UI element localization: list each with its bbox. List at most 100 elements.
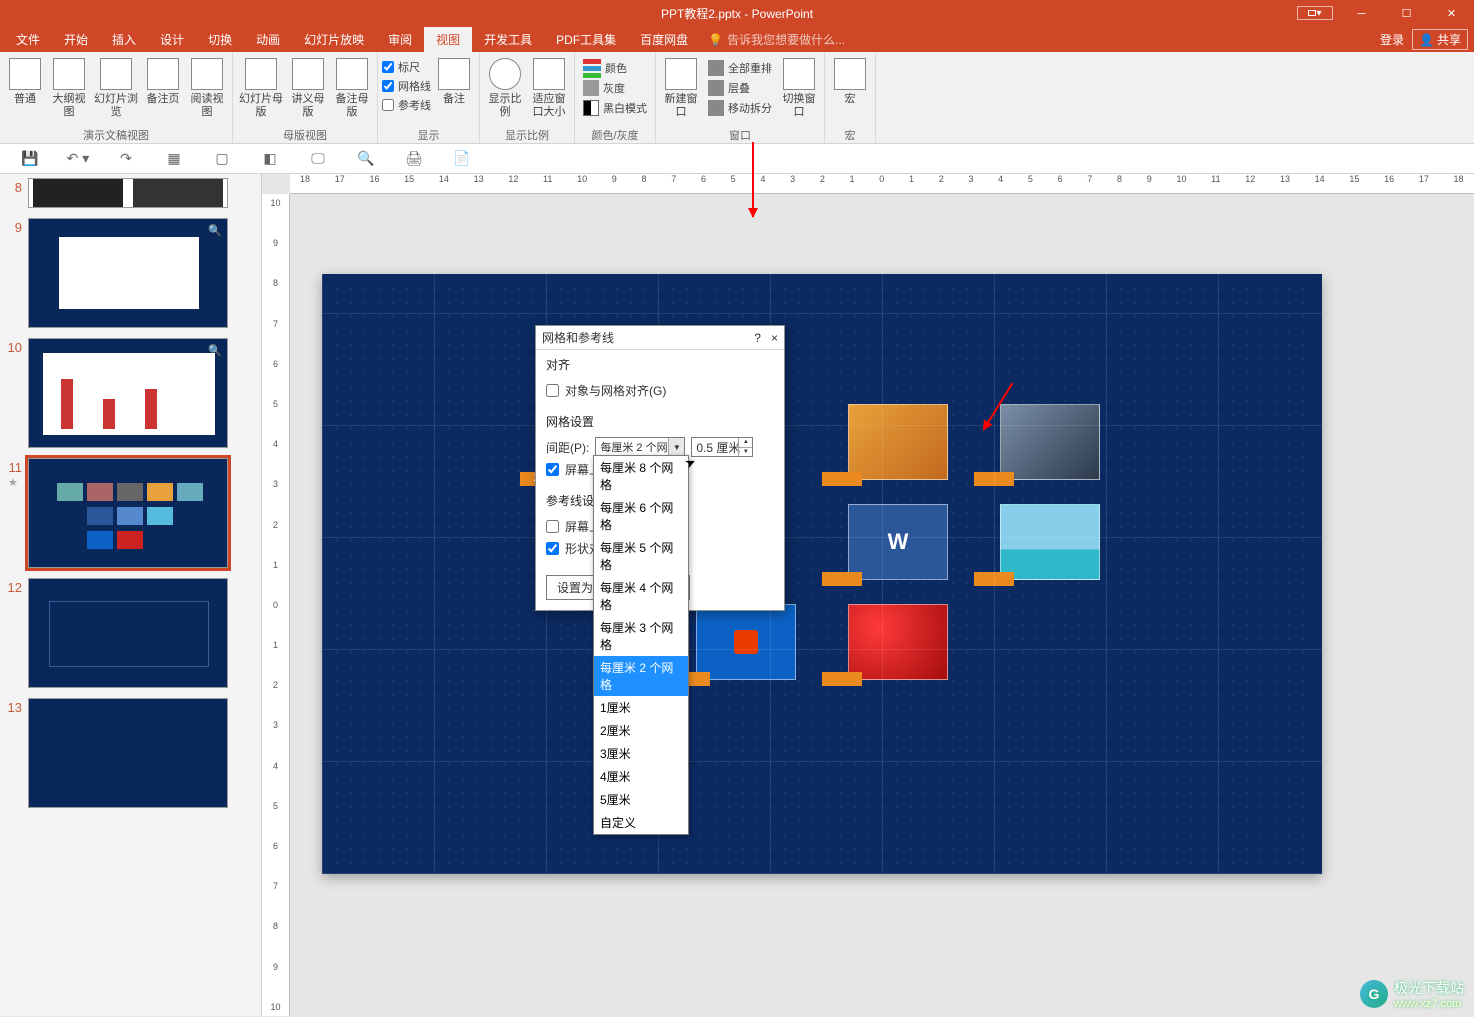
thumbnail-13[interactable]: 13 xyxy=(2,698,259,808)
move-split-button[interactable]: 移动拆分 xyxy=(704,98,776,118)
shape-orange[interactable] xyxy=(822,572,862,586)
dialog-help-button[interactable]: ? xyxy=(754,331,761,345)
zoom-icon: 🔍 xyxy=(208,344,222,357)
login-link[interactable]: 登录 xyxy=(1380,31,1404,48)
picture-office[interactable] xyxy=(696,604,796,680)
chevron-down-icon[interactable]: ▼ xyxy=(668,438,684,456)
slide-thumbnails-panel[interactable]: 8 9🔍 10🔍 11★ 12 13 xyxy=(0,174,262,1016)
shape-orange[interactable] xyxy=(974,472,1014,486)
tab-insert[interactable]: 插入 xyxy=(100,27,148,52)
dropdown-item[interactable]: 每厘米 6 个网格 xyxy=(594,496,688,536)
slide-sorter-button[interactable]: 幻灯片浏览 xyxy=(92,56,140,121)
spacing-cm-spinner[interactable]: 0.5 厘米▲▼ xyxy=(691,437,753,457)
new-window-button[interactable]: 新建窗口 xyxy=(660,56,702,121)
tab-animations[interactable]: 动画 xyxy=(244,27,292,52)
tab-review[interactable]: 审阅 xyxy=(376,27,424,52)
tab-home[interactable]: 开始 xyxy=(52,27,100,52)
qat-btn-4[interactable]: ▦ xyxy=(150,145,198,173)
picture-city[interactable] xyxy=(1000,404,1100,480)
qat-btn-6[interactable]: ◧ xyxy=(246,145,294,173)
tab-design[interactable]: 设计 xyxy=(148,27,196,52)
dropdown-item-selected[interactable]: 每厘米 2 个网格 xyxy=(594,656,688,696)
tell-me[interactable]: 💡告诉我您想要做什么... xyxy=(708,31,845,48)
thumbnail-12[interactable]: 12 xyxy=(2,578,259,688)
dropdown-item[interactable]: 4厘米 xyxy=(594,765,688,788)
picture-leaf[interactable] xyxy=(848,404,948,480)
normal-view-button[interactable]: 普通 xyxy=(4,56,46,108)
qat-btn-5[interactable]: ▢ xyxy=(198,145,246,173)
notes-page-button[interactable]: 备注页 xyxy=(142,56,184,108)
shape-orange[interactable] xyxy=(974,572,1014,586)
macros-button[interactable]: 宏 xyxy=(829,56,871,108)
spin-down[interactable]: ▼ xyxy=(739,448,752,457)
notes-master-button[interactable]: 备注母版 xyxy=(331,56,373,121)
group-master-views: 幻灯片母版 讲义母版 备注母版 母版视图 xyxy=(233,52,378,144)
spacing-combo[interactable]: 每厘米 2 个网格▼ xyxy=(595,437,685,457)
redo-button[interactable]: ↷ xyxy=(102,145,150,173)
dropdown-item[interactable]: 5厘米 xyxy=(594,788,688,811)
thumbnail-8[interactable]: 8 xyxy=(2,178,259,208)
tab-view[interactable]: 视图 xyxy=(424,27,472,52)
maximize-button[interactable]: ☐ xyxy=(1384,0,1429,27)
quick-access-toolbar: 💾 ↶ ▾ ↷ ▦ ▢ ◧ 🖵 🔍 🖨 📄 xyxy=(0,144,1474,174)
thumbnail-10[interactable]: 10🔍 xyxy=(2,338,259,448)
dialog-close-button[interactable]: × xyxy=(771,331,778,345)
zoom-button[interactable]: 显示比例 xyxy=(484,56,526,121)
shape-orange[interactable] xyxy=(822,472,862,486)
qat-btn-10[interactable]: 📄 xyxy=(438,145,486,173)
bulb-icon: 💡 xyxy=(708,33,723,47)
dropdown-item[interactable]: 每厘米 8 个网格 xyxy=(594,456,688,496)
bw-button[interactable]: 黑白模式 xyxy=(579,98,651,118)
dropdown-item[interactable]: 1厘米 xyxy=(594,696,688,719)
qat-btn-8[interactable]: 🔍 xyxy=(342,145,390,173)
dropdown-item[interactable]: 每厘米 5 个网格 xyxy=(594,536,688,576)
tab-developer[interactable]: 开发工具 xyxy=(472,27,544,52)
slide-master-button[interactable]: 幻灯片母版 xyxy=(237,56,285,121)
tab-baidu[interactable]: 百度网盘 xyxy=(628,27,700,52)
cascade-button[interactable]: 层叠 xyxy=(704,78,776,98)
undo-button[interactable]: ↶ ▾ xyxy=(54,145,102,173)
picture-red[interactable] xyxy=(848,604,948,680)
qat-btn-7[interactable]: 🖵 xyxy=(294,145,342,173)
share-button[interactable]: 👤共享 xyxy=(1412,29,1468,50)
ribbon-display-options[interactable]: ▾ xyxy=(1297,6,1333,20)
gridlines-checkbox[interactable]: 网格线 xyxy=(382,77,431,95)
picture-beach[interactable] xyxy=(1000,504,1100,580)
color-button[interactable]: 颜色 xyxy=(579,58,651,78)
save-button[interactable]: 💾 xyxy=(6,145,54,173)
slide[interactable]: W XX xyxy=(322,274,1322,874)
dropdown-item[interactable]: 2厘米 xyxy=(594,719,688,742)
notes-button[interactable]: 备注 xyxy=(433,56,475,108)
reading-view-button[interactable]: 阅读视图 xyxy=(186,56,228,121)
guides-checkbox[interactable]: 参考线 xyxy=(382,96,431,114)
dropdown-item[interactable]: 3厘米 xyxy=(594,742,688,765)
tab-file[interactable]: 文件 xyxy=(4,27,52,52)
fit-icon xyxy=(533,58,565,90)
fit-window-button[interactable]: 适应窗口大小 xyxy=(528,56,570,121)
minimize-button[interactable]: ─ xyxy=(1339,0,1384,27)
thumbnail-11[interactable]: 11★ xyxy=(2,458,259,568)
outline-view-button[interactable]: 大纲视图 xyxy=(48,56,90,121)
grayscale-button[interactable]: 灰度 xyxy=(579,78,651,98)
qat-btn-9[interactable]: 🖨 xyxy=(390,145,438,173)
dropdown-item[interactable]: 每厘米 3 个网格 xyxy=(594,616,688,656)
slide-canvas[interactable]: 1817161514131211109876543210123456789101… xyxy=(262,174,1474,1016)
thumbnail-9[interactable]: 9🔍 xyxy=(2,218,259,328)
tab-pdf[interactable]: PDF工具集 xyxy=(544,27,628,52)
arrange-all-button[interactable]: 全部重排 xyxy=(704,58,776,78)
dropdown-item[interactable]: 每厘米 4 个网格 xyxy=(594,576,688,616)
snap-to-grid-checkbox[interactable]: 对象与网格对齐(G) xyxy=(546,379,774,401)
spacing-dropdown[interactable]: 每厘米 8 个网格 每厘米 6 个网格 每厘米 5 个网格 每厘米 4 个网格 … xyxy=(593,455,689,835)
shape-orange[interactable] xyxy=(822,672,862,686)
handout-master-button[interactable]: 讲义母版 xyxy=(287,56,329,121)
tab-slideshow[interactable]: 幻灯片放映 xyxy=(292,27,376,52)
dropdown-item[interactable]: 自定义 xyxy=(594,811,688,834)
dialog-titlebar[interactable]: 网格和参考线 ?× xyxy=(536,326,784,350)
picture-word[interactable]: W xyxy=(848,504,948,580)
ruler-checkbox[interactable]: 标尺 xyxy=(382,58,431,76)
group-label: 宏 xyxy=(829,126,871,144)
tab-transitions[interactable]: 切换 xyxy=(196,27,244,52)
switch-windows-button[interactable]: 切换窗口 xyxy=(778,56,820,121)
close-button[interactable]: ✕ xyxy=(1429,0,1474,27)
spin-up[interactable]: ▲ xyxy=(739,438,752,448)
